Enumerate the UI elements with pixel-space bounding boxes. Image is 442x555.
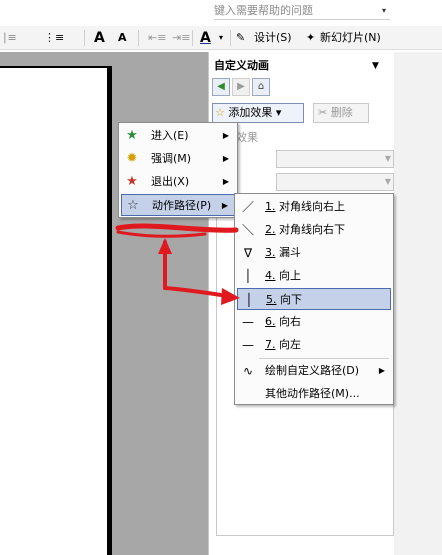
forward-icon[interactable]: ▶ — [232, 78, 250, 96]
chevron-down-icon: ▼ — [384, 177, 391, 186]
path-item-text: 向左 — [279, 338, 301, 351]
design-button[interactable]: 设计(S) — [254, 26, 292, 50]
diagonal-down-right-icon: ＼ — [241, 223, 254, 237]
path-item-number: 4. — [265, 269, 276, 282]
effect-section-label: 效果 — [236, 131, 258, 144]
menu-item-emphasis[interactable]: ✹ 强调(M) ▶ — [121, 148, 235, 170]
motion-path-submenu: ／ 1. 对角线向右上 ＼ 2. 对角线向右下 ∇ 3. 漏斗 │ 4. 向上 … — [234, 193, 394, 405]
shrink-font-icon[interactable]: A — [118, 26, 127, 50]
submenu-arrow-icon: ▶ — [378, 366, 385, 375]
submenu-arrow-icon: ▶ — [222, 131, 229, 140]
path-item-text: 向下 — [280, 293, 302, 306]
path-item-label: 6. 向右 — [265, 311, 301, 333]
funnel-icon: ∇ — [243, 246, 253, 260]
path-item-number: 6. — [265, 315, 276, 328]
path-item-down[interactable]: │ 5. 向下 — [237, 288, 391, 310]
path-item-text: 向右 — [279, 315, 301, 328]
path-item-label: 2. 对角线向右下 — [265, 219, 345, 241]
formatting-toolbar: ∣≡ ⋮≡ A A ⇤≡ ⇥≡ A ▾ ✎ 设计(S) ✦ 新幻灯片(N) — [0, 26, 442, 50]
pane-nav-bar: ◀ ▶ ⌂ — [212, 78, 394, 96]
path-item-text: 对角线向右下 — [279, 223, 345, 236]
path-right-icon: — — [242, 315, 254, 329]
path-item-label: 3. 漏斗 — [265, 242, 301, 264]
star-yellow-icon: ✹ — [126, 151, 138, 166]
path-item-label: 4. 向上 — [265, 265, 301, 287]
add-effect-menu: ★ 进入(E) ▶ ✹ 强调(M) ▶ ★ 退出(X) ▶ ☆ 动作路径(P) … — [118, 122, 238, 218]
path-item-label: 5. 向下 — [266, 289, 302, 311]
path-item-up[interactable]: │ 4. 向上 — [237, 265, 391, 287]
path-up-icon: │ — [244, 269, 252, 283]
star-red-icon: ★ — [126, 174, 138, 189]
path-item-label: 绘制自定义路径(D) — [265, 364, 360, 377]
submenu-arrow-icon: ▶ — [221, 201, 228, 210]
path-item-number: 5. — [266, 293, 277, 306]
grow-font-icon[interactable]: A — [94, 26, 105, 50]
font-color-dropdown-icon[interactable]: ▾ — [219, 26, 223, 50]
star-outline-icon: ☆ — [127, 198, 139, 213]
pane-menu-arrow-icon[interactable]: ▼ — [372, 56, 386, 76]
path-item-right[interactable]: — 6. 向右 — [237, 311, 391, 333]
add-effect-label: 添加效果 — [228, 106, 273, 119]
delete-icon: ✂ — [318, 106, 328, 119]
menu-item-label: 进入(E) — [151, 129, 189, 142]
add-effect-arrow-icon: ▾ — [275, 106, 282, 119]
path-item-number: 1. — [265, 200, 276, 213]
path-item-text: 向上 — [279, 269, 301, 282]
bullets-icon[interactable]: ⋮≡ — [44, 26, 64, 50]
menu-item-label: 强调(M) — [151, 152, 192, 165]
path-down-icon: │ — [245, 293, 253, 307]
submenu-arrow-icon: ▶ — [222, 154, 229, 163]
path-item-number: 7. — [265, 338, 276, 351]
submenu-arrow-icon: ▶ — [222, 177, 229, 186]
help-dropdown-arrow[interactable]: ▾ — [382, 2, 394, 20]
path-item-label: 7. 向左 — [265, 334, 301, 356]
start-combo[interactable]: ▼ — [276, 150, 394, 168]
path-item-number: 3. — [265, 246, 276, 259]
back-icon[interactable]: ◀ — [212, 78, 230, 96]
path-item-more[interactable]: 其他动作路径(M)... — [237, 383, 391, 405]
path-item-label: 1. 对角线向右上 — [265, 196, 345, 218]
star-green-icon: ★ — [126, 128, 138, 143]
help-search-input[interactable]: 键入需要帮助的问题 — [214, 2, 390, 20]
new-slide-icon[interactable]: ✦ — [306, 26, 315, 50]
property-combo[interactable]: ▼ — [276, 173, 394, 191]
home-icon[interactable]: ⌂ — [252, 78, 270, 96]
add-effect-star-icon: ☆ — [215, 106, 225, 119]
indent-icon[interactable]: ⇤≡ — [148, 26, 166, 50]
chevron-down-icon: ▼ — [384, 154, 391, 163]
menu-item-label: 动作路径(P) — [152, 199, 212, 212]
add-effect-button[interactable]: ☆ 添加效果 ▾ — [212, 103, 304, 123]
path-item-text: 漏斗 — [279, 246, 301, 259]
outdent-icon[interactable]: ⇥≡ — [172, 26, 190, 50]
font-color-icon[interactable]: A — [200, 26, 211, 50]
path-left-icon: — — [242, 338, 254, 352]
decrease-indent-icon[interactable]: ∣≡ — [2, 26, 17, 50]
custom-path-icon: ∿ — [242, 364, 254, 378]
delete-label: 删除 — [330, 106, 353, 119]
menu-item-motion-path[interactable]: ☆ 动作路径(P) ▶ — [121, 194, 235, 216]
path-item-diagonal-down-right[interactable]: ＼ 2. 对角线向右下 — [237, 219, 391, 241]
menu-item-entrance[interactable]: ★ 进入(E) ▶ — [121, 125, 235, 147]
delete-button[interactable]: ✂ 删除 — [313, 103, 369, 123]
pane-scroll-area — [394, 52, 442, 555]
menu-item-exit[interactable]: ★ 退出(X) ▶ — [121, 171, 235, 193]
path-item-label: 其他动作路径(M)... — [265, 387, 360, 400]
menu-divider — [259, 358, 389, 359]
path-item-draw-custom[interactable]: ∿ 绘制自定义路径(D) ▶ — [237, 360, 391, 382]
slide-canvas[interactable] — [0, 66, 112, 555]
path-item-funnel[interactable]: ∇ 3. 漏斗 — [237, 242, 391, 264]
path-item-diagonal-up-right[interactable]: ／ 1. 对角线向右上 — [237, 196, 391, 218]
menu-item-label: 退出(X) — [151, 175, 190, 188]
path-item-left[interactable]: — 7. 向左 — [237, 334, 391, 356]
path-item-number: 2. — [265, 223, 276, 236]
pane-title: 自定义动画 — [214, 59, 269, 72]
path-item-text: 对角线向右上 — [279, 200, 345, 213]
design-icon[interactable]: ✎ — [236, 26, 245, 50]
diagonal-up-right-icon: ／ — [241, 200, 254, 214]
new-slide-button[interactable]: 新幻灯片(N) — [320, 26, 381, 50]
